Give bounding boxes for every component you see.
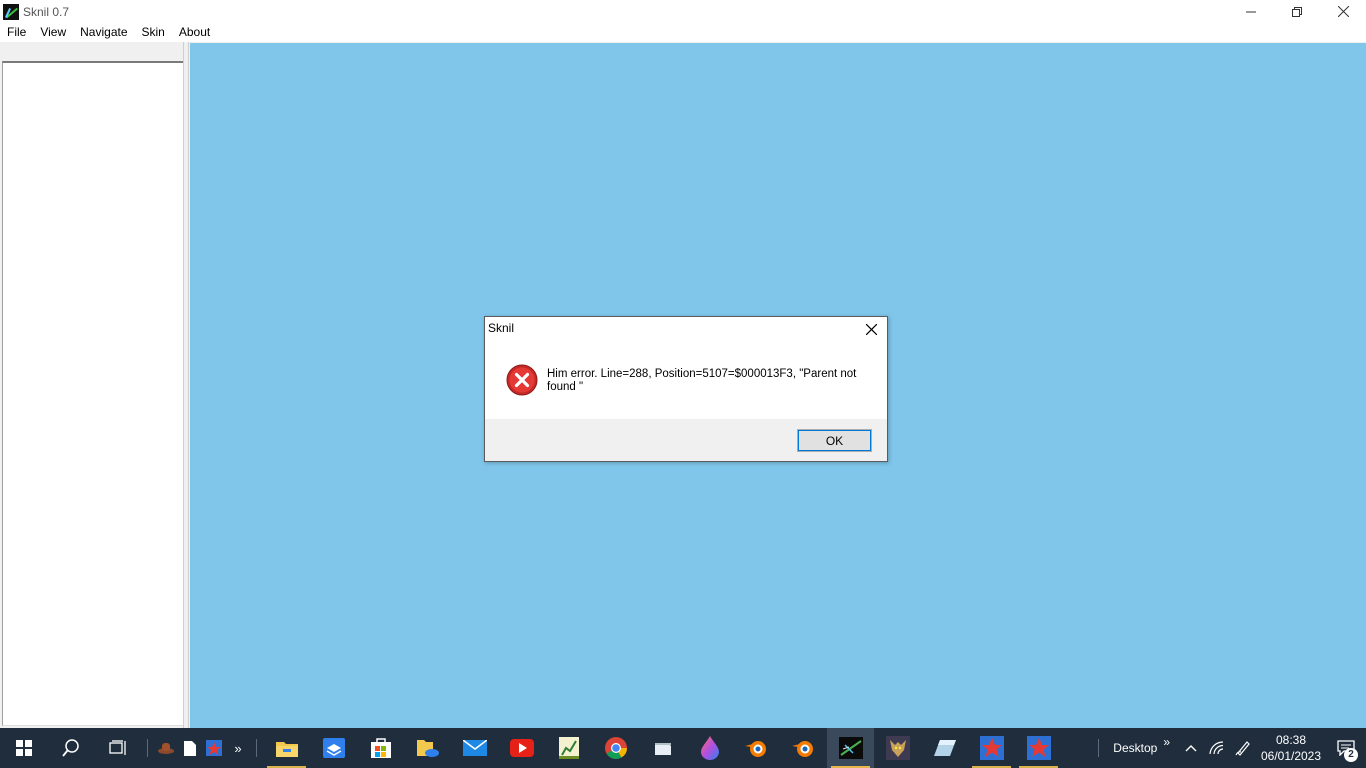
chevron-right-icon[interactable]: » [1163, 735, 1170, 749]
star-icon [1026, 736, 1051, 760]
taskbar-star-app-2[interactable] [1015, 728, 1062, 768]
box-icon [322, 738, 345, 758]
restore-icon [1292, 6, 1302, 17]
start-button[interactable] [0, 728, 47, 768]
minimize-button[interactable] [1228, 0, 1274, 23]
menu-view[interactable]: View [33, 23, 73, 42]
quicklaunch-document[interactable] [178, 728, 202, 768]
taskbar-file-explorer[interactable] [263, 728, 310, 768]
chrome-icon [604, 737, 627, 759]
error-dialog: Sknil Him error. Line=288, Position=5107… [484, 316, 888, 462]
pen-icon [1235, 741, 1250, 756]
wifi-icon [1209, 741, 1224, 755]
chart-icon [558, 737, 579, 759]
taskbar-separator [147, 739, 148, 757]
folder-icon [275, 742, 298, 757]
dialog-footer: OK [485, 419, 887, 461]
taskbar-chrome[interactable] [592, 728, 639, 768]
show-hidden-icons-button[interactable] [1178, 728, 1204, 768]
notification-badge: 2 [1344, 748, 1358, 762]
chevron-right-icon: » [234, 740, 242, 756]
star-icon [979, 736, 1004, 760]
window-title: Sknil 0.7 [23, 4, 70, 19]
taskbar-star-app[interactable] [968, 728, 1015, 768]
youtube-icon [509, 739, 534, 757]
menu-about[interactable]: About [172, 23, 217, 42]
task-view-icon [108, 740, 126, 755]
star-icon [206, 740, 222, 756]
minimize-icon [1246, 11, 1256, 12]
pen-workspace-button[interactable] [1230, 728, 1256, 768]
restore-button[interactable] [1274, 0, 1320, 23]
drop-icon [700, 736, 719, 760]
taskbar-youtube[interactable] [498, 728, 545, 768]
sknil-icon [838, 737, 863, 759]
eraser-icon [933, 740, 956, 756]
sknil-app-icon[interactable] [3, 3, 19, 20]
quicklaunch-more[interactable]: » [226, 728, 250, 768]
blender-icon [744, 741, 766, 757]
taskbar-sknil[interactable] [827, 728, 874, 768]
taskbar-wolf-app[interactable] [874, 728, 921, 768]
blender-icon [791, 741, 813, 757]
menu-bar: File View Navigate Skin About [0, 23, 1366, 42]
taskbar-dropbox[interactable] [310, 728, 357, 768]
ok-button[interactable]: OK [797, 429, 872, 452]
taskbar-blender-2[interactable] [780, 728, 827, 768]
task-view-button[interactable] [94, 728, 141, 768]
mail-icon [462, 740, 487, 756]
close-icon [865, 323, 877, 335]
clock-date: 06/01/2023 [1260, 749, 1322, 763]
error-message: Him error. Line=288, Position=5107=$0000… [547, 368, 857, 393]
notification-center-button[interactable]: 2 [1326, 728, 1366, 768]
wolf-icon [885, 736, 910, 760]
menu-navigate[interactable]: Navigate [73, 23, 134, 42]
pane-splitter[interactable] [183, 42, 189, 728]
taskbar: » Desktop » 08:38 06/01/2023 2 [0, 728, 1366, 768]
taskbar-paint-drop[interactable] [686, 728, 733, 768]
taskbar-eraser-app[interactable] [921, 728, 968, 768]
window-controls [1228, 0, 1366, 23]
quicklaunch-hat[interactable] [154, 728, 178, 768]
taskbar-blender[interactable] [733, 728, 780, 768]
close-icon [1337, 6, 1349, 17]
menu-file[interactable]: File [0, 23, 33, 42]
taskbar-clock[interactable]: 08:38 06/01/2023 [1256, 732, 1326, 764]
error-icon [506, 364, 538, 396]
search-button[interactable] [47, 728, 94, 768]
hat-icon [158, 743, 174, 754]
taskbar-mail[interactable] [451, 728, 498, 768]
taskbar-separator [256, 739, 257, 757]
title-bar[interactable]: Sknil 0.7 [0, 0, 1366, 23]
search-icon [61, 739, 79, 757]
dialog-title: Sknil [488, 321, 515, 335]
dialog-body: Him error. Line=288, Position=5107=$0000… [485, 347, 887, 419]
taskbar-chart-app[interactable] [545, 728, 592, 768]
navigation-tree-pane[interactable] [2, 61, 183, 726]
store-icon [370, 738, 391, 758]
taskbar-microsoft-store[interactable] [357, 728, 404, 768]
windows-icon [15, 740, 32, 756]
note-icon [654, 743, 671, 755]
network-button[interactable] [1204, 728, 1230, 768]
document-icon [184, 740, 196, 756]
system-tray: Desktop » 08:38 06/01/2023 2 [1092, 728, 1366, 768]
dialog-close-button[interactable] [859, 318, 883, 340]
folder-cloud-icon [416, 740, 439, 757]
taskbar-separator [1098, 739, 1100, 757]
close-button[interactable] [1320, 0, 1366, 23]
menu-skin[interactable]: Skin [135, 23, 172, 42]
taskbar-onedrive-files[interactable] [404, 728, 451, 768]
taskbar-notes[interactable] [639, 728, 686, 768]
desktop-toolbar-label[interactable]: Desktop [1113, 741, 1157, 755]
clock-time: 08:38 [1275, 733, 1307, 747]
quicklaunch-star[interactable] [202, 728, 226, 768]
chevron-up-icon [1185, 745, 1197, 752]
